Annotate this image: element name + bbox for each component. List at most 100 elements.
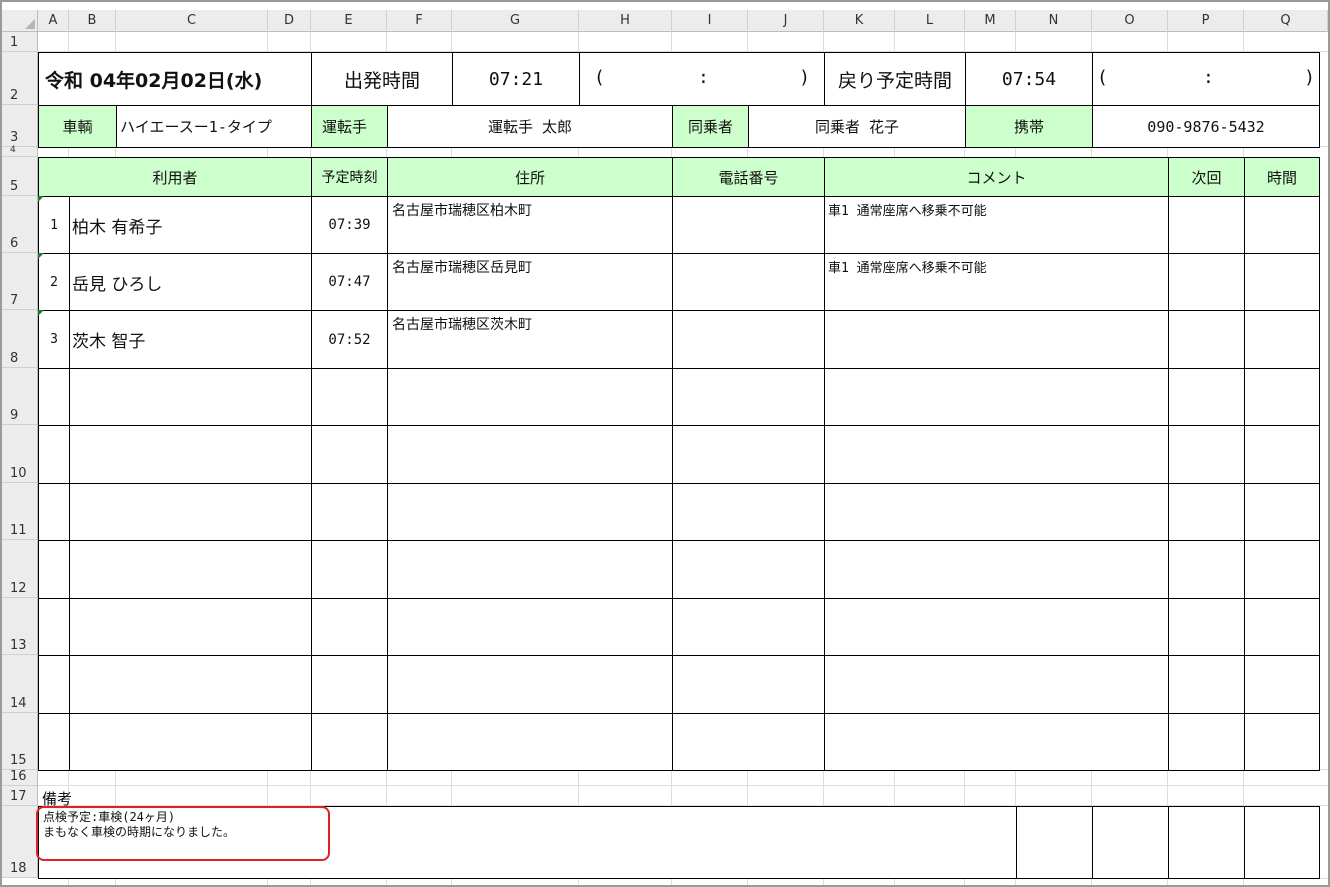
hours-cell[interactable] — [1244, 253, 1320, 311]
col-header-c[interactable]: C — [116, 10, 268, 32]
next-cell[interactable] — [1168, 310, 1245, 369]
next-cell[interactable] — [1168, 425, 1245, 484]
comment-cell[interactable] — [824, 598, 1169, 656]
col-header-k[interactable]: K — [824, 10, 895, 32]
comment-cell[interactable] — [824, 713, 1169, 771]
address-cell[interactable] — [387, 598, 673, 656]
next-cell[interactable] — [1168, 253, 1245, 311]
col-header-j[interactable]: J — [748, 10, 824, 32]
row-header-4[interactable]: 4 — [2, 145, 38, 157]
address-cell[interactable] — [387, 655, 673, 714]
row-header-7[interactable]: 7 — [2, 253, 38, 310]
phone-cell[interactable] — [672, 655, 825, 714]
comment-cell[interactable]: 車1 通常座席へ移乗不可能 — [824, 196, 1169, 254]
notes-extra-cell[interactable] — [1168, 806, 1245, 879]
time-cell[interactable] — [311, 713, 388, 771]
row-number-cell[interactable]: 2 — [38, 253, 70, 311]
comment-cell[interactable] — [824, 540, 1169, 599]
user-name-cell[interactable] — [69, 483, 312, 541]
col-header-f[interactable]: F — [387, 10, 452, 32]
th-user[interactable]: 利用者 — [38, 157, 312, 197]
user-name-cell[interactable] — [69, 598, 312, 656]
hours-cell[interactable] — [1244, 310, 1320, 369]
hours-cell[interactable] — [1244, 368, 1320, 426]
phone-cell[interactable] — [672, 483, 825, 541]
next-cell[interactable] — [1168, 540, 1245, 599]
phone-cell[interactable] — [672, 713, 825, 771]
date-cell[interactable]: 令和 04年02月02日(水) — [38, 52, 312, 106]
col-header-p[interactable]: P — [1168, 10, 1244, 32]
th-time[interactable]: 予定時刻 — [311, 157, 388, 197]
col-header-g[interactable]: G — [452, 10, 579, 32]
th-hours[interactable]: 時間 — [1244, 157, 1320, 197]
th-comment[interactable]: コメント — [824, 157, 1169, 197]
col-header-e[interactable]: E — [311, 10, 387, 32]
row-header-1[interactable]: 1 — [2, 32, 38, 52]
user-name-cell[interactable]: 岳見 ひろし — [69, 253, 312, 311]
select-all-button[interactable] — [2, 10, 38, 32]
depart-actual-cell[interactable]: ( : ) — [579, 52, 825, 106]
hours-cell[interactable] — [1244, 425, 1320, 484]
return-time-cell[interactable]: 07:54 — [965, 52, 1093, 106]
time-cell[interactable]: 07:52 — [311, 310, 388, 369]
user-name-cell[interactable] — [69, 713, 312, 771]
next-cell[interactable] — [1168, 196, 1245, 254]
hours-cell[interactable] — [1244, 196, 1320, 254]
notes-extra-cell[interactable] — [1244, 806, 1320, 879]
passenger-value-cell[interactable]: 同乗者 花子 — [748, 105, 966, 148]
time-cell[interactable]: 07:47 — [311, 253, 388, 311]
comment-cell[interactable] — [824, 310, 1169, 369]
comment-cell[interactable] — [824, 425, 1169, 484]
col-header-d[interactable]: D — [268, 10, 311, 32]
row-header-12[interactable]: 12 — [2, 540, 38, 598]
col-header-m[interactable]: M — [965, 10, 1016, 32]
comment-cell[interactable] — [824, 483, 1169, 541]
time-cell[interactable] — [311, 540, 388, 599]
phone-cell[interactable] — [672, 253, 825, 311]
row-number-cell[interactable]: 3 — [38, 310, 70, 369]
row-header-13[interactable]: 13 — [2, 598, 38, 655]
time-cell[interactable] — [311, 368, 388, 426]
time-cell[interactable] — [311, 655, 388, 714]
comment-cell[interactable] — [824, 655, 1169, 714]
next-cell[interactable] — [1168, 483, 1245, 541]
row-number-cell[interactable] — [38, 655, 70, 714]
depart-label-cell[interactable]: 出発時間 — [311, 52, 453, 106]
hours-cell[interactable] — [1244, 598, 1320, 656]
phone-cell[interactable] — [672, 196, 825, 254]
user-name-cell[interactable] — [69, 655, 312, 714]
row-number-cell[interactable] — [38, 368, 70, 426]
time-cell[interactable] — [311, 483, 388, 541]
mobile-value-cell[interactable]: 090-9876-5432 — [1092, 105, 1320, 148]
th-phone[interactable]: 電話番号 — [672, 157, 825, 197]
comment-cell[interactable] — [824, 368, 1169, 426]
time-cell[interactable] — [311, 425, 388, 484]
row-header-2[interactable]: 2 — [2, 52, 38, 105]
depart-time-cell[interactable]: 07:21 — [452, 52, 580, 106]
address-cell[interactable]: 名古屋市瑞穂区柏木町 — [387, 196, 673, 254]
row-header-10[interactable]: 10 — [2, 425, 38, 483]
row-header-16[interactable]: 16 — [2, 769, 38, 786]
col-header-q[interactable]: Q — [1244, 10, 1328, 32]
row-header-11[interactable]: 11 — [2, 483, 38, 540]
phone-cell[interactable] — [672, 310, 825, 369]
col-header-a[interactable]: A — [38, 10, 69, 32]
row-number-cell[interactable] — [38, 540, 70, 599]
next-cell[interactable] — [1168, 713, 1245, 771]
address-cell[interactable]: 名古屋市瑞穂区茨木町 — [387, 310, 673, 369]
phone-cell[interactable] — [672, 540, 825, 599]
address-cell[interactable] — [387, 483, 673, 541]
row-number-cell[interactable] — [38, 425, 70, 484]
notes-extra-cell[interactable] — [1016, 806, 1093, 879]
user-name-cell[interactable] — [69, 368, 312, 426]
row-header-9[interactable]: 9 — [2, 368, 38, 425]
return-actual-cell[interactable]: ( : ) — [1092, 52, 1320, 106]
row-header-5[interactable]: 5 — [2, 157, 38, 196]
phone-cell[interactable] — [672, 368, 825, 426]
notes-extra-cell[interactable] — [1092, 806, 1169, 879]
address-cell[interactable] — [387, 368, 673, 426]
next-cell[interactable] — [1168, 598, 1245, 656]
hours-cell[interactable] — [1244, 483, 1320, 541]
row-header-18[interactable]: 18 — [2, 806, 38, 878]
comment-cell[interactable]: 車1 通常座席へ移乗不可能 — [824, 253, 1169, 311]
